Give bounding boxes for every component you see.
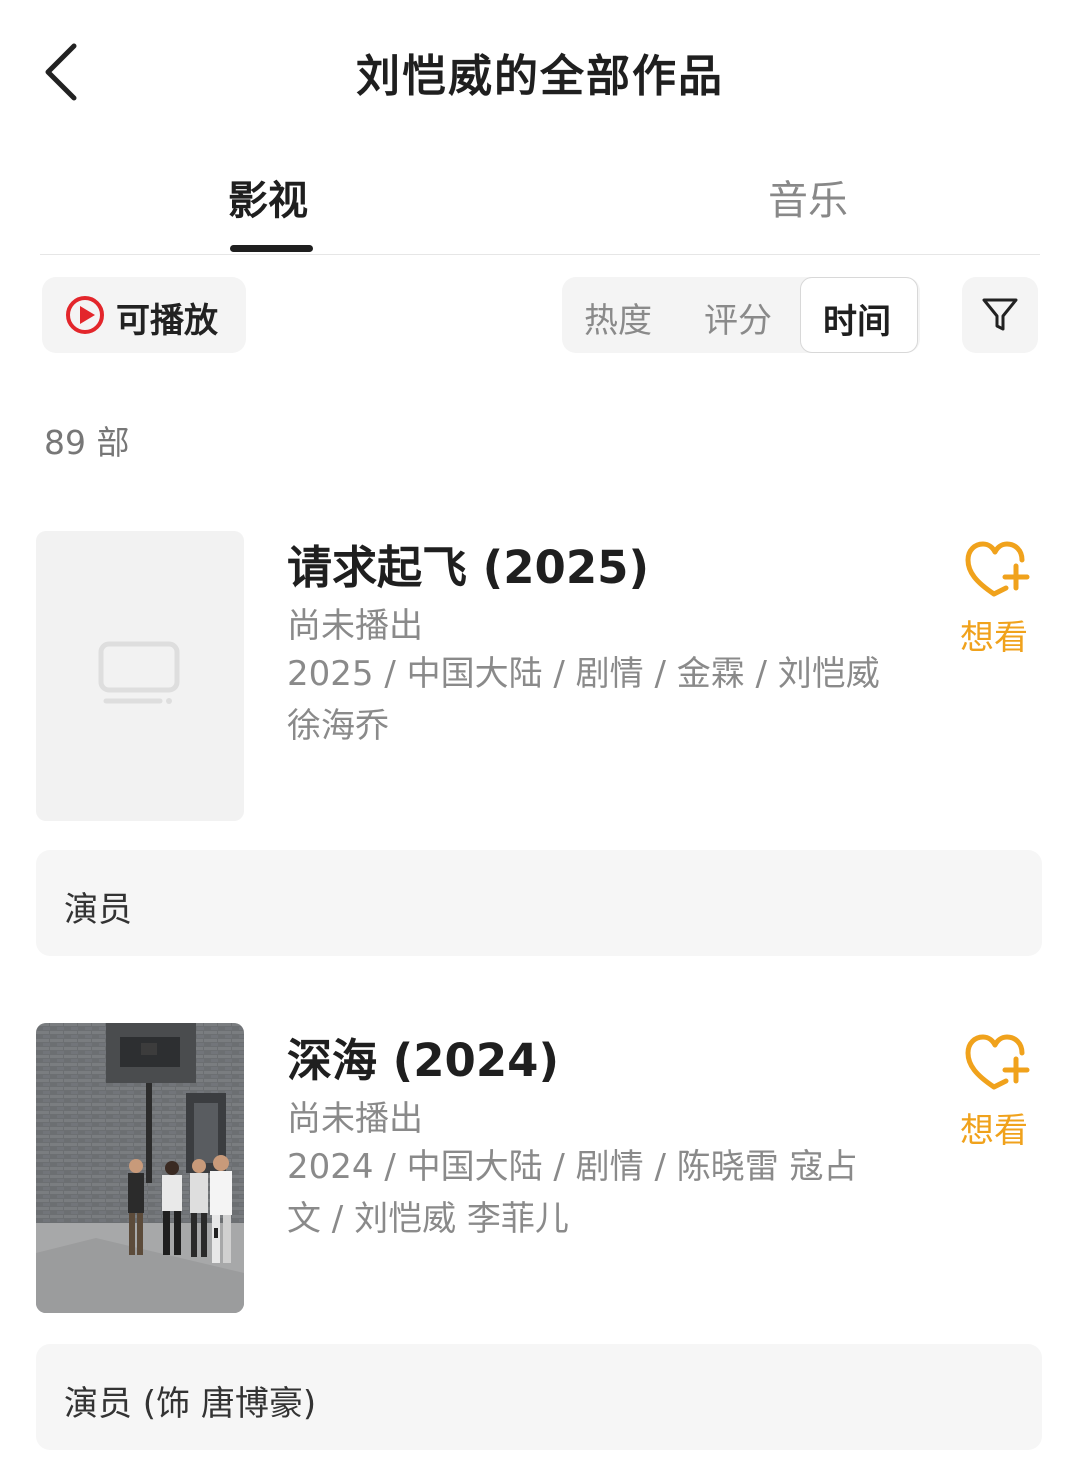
role-bar: 演员	[36, 850, 1042, 956]
sort-by-time-label: 时间	[823, 302, 891, 342]
playable-filter-button[interactable]: 可播放	[42, 277, 246, 353]
tv-icon	[98, 641, 180, 704]
tab-video[interactable]: 影视	[228, 168, 308, 226]
heart-plus-icon	[965, 541, 1030, 597]
want-to-watch-button[interactable]: 想看	[950, 538, 1042, 658]
work-title[interactable]: 深海 (2024)	[287, 1024, 559, 1089]
playable-label: 可播放	[116, 301, 218, 341]
work-meta: 2025 / 中国大陆 / 剧情 / 金霖 / 刘恺威 徐海乔	[287, 654, 880, 746]
work-status: 尚未播出	[287, 1099, 423, 1139]
tab-bar: 影视 音乐	[40, 160, 1040, 255]
works-page: 刘恺威的全部作品 影视 音乐 可播放 热度 评分 时间 89 部 请求起飞 (2…	[0, 0, 1080, 1461]
sort-by-popularity[interactable]: 热度	[584, 293, 652, 342]
work-title[interactable]: 请求起飞 (2025)	[287, 531, 649, 596]
active-tab-indicator	[230, 245, 313, 252]
role-text: 演员	[64, 890, 132, 930]
page-title: 刘恺威的全部作品	[356, 51, 724, 102]
funnel-icon	[982, 298, 1018, 331]
want-to-watch-label: 想看	[960, 618, 1028, 658]
sort-by-time[interactable]: 时间	[800, 277, 918, 353]
header: 刘恺威的全部作品	[0, 0, 1080, 140]
want-to-watch-button[interactable]: 想看	[950, 1031, 1042, 1151]
heart-plus-icon	[965, 1034, 1030, 1090]
role-text: 演员 (饰 唐博豪)	[64, 1384, 317, 1424]
filter-button[interactable]	[962, 277, 1038, 353]
work-status: 尚未播出	[287, 606, 423, 646]
sort-segmented-control: 热度 评分 时间	[562, 277, 920, 353]
role-bar: 演员 (饰 唐博豪)	[36, 1344, 1042, 1450]
work-meta: 2024 / 中国大陆 / 剧情 / 陈晓雷 寇占文 / 刘恺威 李菲儿	[287, 1147, 858, 1239]
tab-music[interactable]: 音乐	[768, 168, 848, 226]
work-count: 89 部	[44, 423, 130, 462]
sort-by-rating[interactable]: 评分	[704, 293, 772, 342]
poster-image[interactable]	[36, 1023, 244, 1313]
street-photo	[36, 1023, 244, 1313]
want-to-watch-label: 想看	[960, 1111, 1028, 1151]
poster-placeholder[interactable]	[36, 531, 244, 821]
play-circle-icon	[64, 294, 106, 336]
